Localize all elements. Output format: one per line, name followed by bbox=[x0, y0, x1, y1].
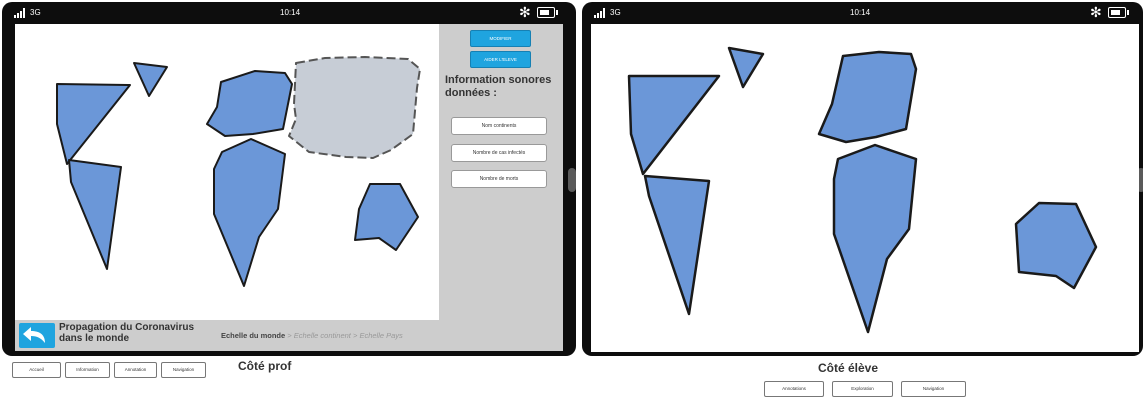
continent-north-america[interactable] bbox=[56, 83, 131, 165]
signal-icon bbox=[594, 8, 605, 18]
world-map bbox=[56, 56, 421, 287]
status-bar: 3G 10:14 ✻ bbox=[582, 2, 1143, 24]
infected-cases-button[interactable]: Nombre de cas infectés bbox=[451, 144, 547, 162]
info-title: Information sonores données : bbox=[445, 74, 552, 99]
continent-oceania[interactable] bbox=[354, 183, 419, 251]
continent-names-button[interactable]: Nom continents bbox=[451, 117, 547, 135]
student-side-label: Côté élève bbox=[818, 361, 879, 375]
continent-europe[interactable] bbox=[206, 70, 293, 137]
info-panel: MODIFIER AIDER L'ELEVE Information sonor… bbox=[439, 24, 563, 351]
network-label: 3G bbox=[610, 8, 621, 17]
bottom-bar: Propagation du Coronavirus dans le monde… bbox=[15, 320, 439, 351]
status-bar: 3G 10:14 ✻ bbox=[2, 2, 576, 24]
tab-annotations[interactable]: Annotations bbox=[764, 381, 824, 397]
continent-africa[interactable] bbox=[213, 138, 286, 287]
continent-asia-selected[interactable] bbox=[288, 56, 421, 159]
deaths-button[interactable]: Nombre de morts bbox=[451, 170, 547, 188]
continent-south-america[interactable] bbox=[643, 174, 711, 316]
tab-home[interactable]: Accueil bbox=[12, 362, 61, 378]
continent-greenland[interactable] bbox=[727, 46, 765, 89]
continent-africa[interactable] bbox=[832, 143, 918, 334]
breadcrumb-continent[interactable]: Echelle continent bbox=[294, 331, 351, 340]
help-student-button[interactable]: AIDER L'ELEVE bbox=[470, 51, 531, 68]
back-arrow-icon bbox=[23, 327, 45, 343]
teacher-tablet: 3G 10:14 ✻ MODIFIER AIDER L'ELEVE Inform… bbox=[2, 2, 576, 356]
tab-information[interactable]: Information bbox=[65, 362, 110, 378]
battery-icon bbox=[1108, 7, 1129, 18]
continent-south-america[interactable] bbox=[68, 159, 122, 270]
world-map bbox=[627, 46, 1098, 334]
page-title: Propagation du Coronavirus dans le monde bbox=[59, 322, 195, 344]
bluetooth-icon: ✻ bbox=[519, 4, 531, 20]
tab-annotation[interactable]: Annotation bbox=[114, 362, 157, 378]
clock: 10:14 bbox=[280, 8, 301, 17]
back-button[interactable] bbox=[19, 323, 55, 348]
modify-button[interactable]: MODIFIER bbox=[470, 30, 531, 47]
student-screen bbox=[591, 24, 1139, 352]
breadcrumb-current[interactable]: Echelle du monde bbox=[221, 331, 285, 340]
breadcrumb-separator: > bbox=[285, 331, 294, 340]
tab-navigation[interactable]: Navigation bbox=[901, 381, 966, 397]
teacher-screen: MODIFIER AIDER L'ELEVE Information sonor… bbox=[15, 24, 563, 351]
breadcrumb-country[interactable]: Echelle Pays bbox=[359, 331, 402, 340]
student-tablet: 3G 10:14 ✻ bbox=[582, 2, 1143, 356]
home-side-button[interactable] bbox=[568, 168, 576, 192]
signal-icon bbox=[14, 8, 25, 18]
clock: 10:14 bbox=[850, 8, 871, 17]
continent-oceania[interactable] bbox=[1014, 201, 1098, 290]
battery-icon bbox=[537, 7, 558, 18]
tab-exploration[interactable]: Exploration bbox=[832, 381, 893, 397]
network-label: 3G bbox=[30, 8, 41, 17]
bluetooth-icon: ✻ bbox=[1090, 4, 1102, 20]
breadcrumb: Echelle du monde > Echelle continent > E… bbox=[221, 331, 403, 340]
continent-north-america[interactable] bbox=[627, 74, 721, 176]
teacher-side-label: Côté prof bbox=[238, 359, 292, 373]
continent-europe[interactable] bbox=[817, 50, 918, 144]
continent-greenland[interactable] bbox=[133, 62, 168, 97]
tab-navigation[interactable]: Navigation bbox=[161, 362, 206, 378]
